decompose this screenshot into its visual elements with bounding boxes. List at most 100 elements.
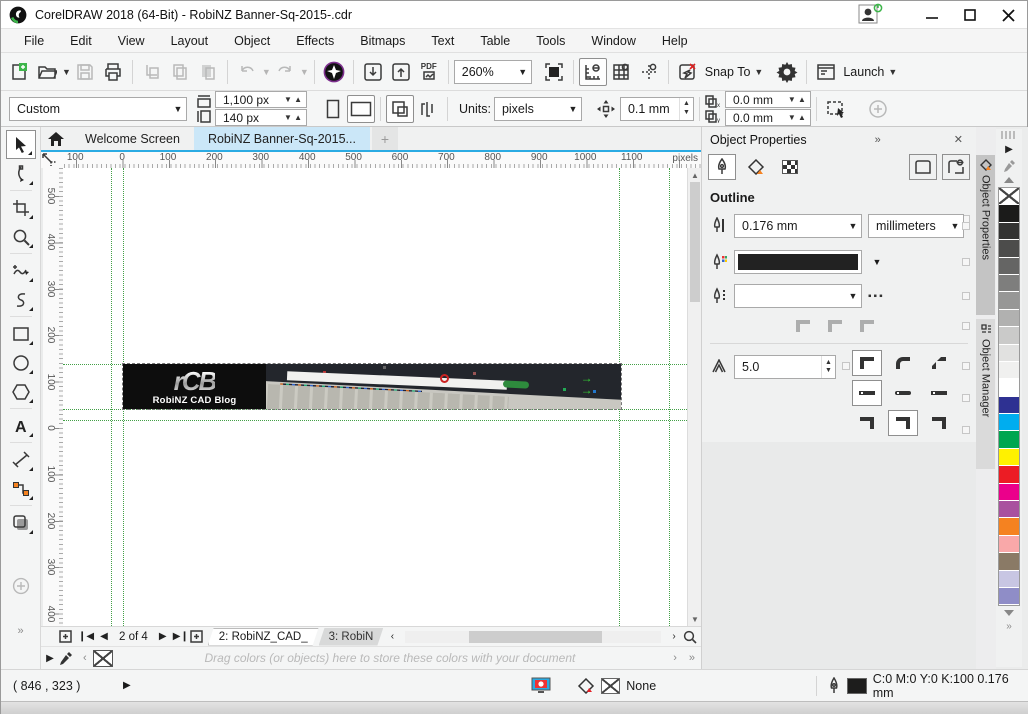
palette-scroll-right-icon[interactable]: ›	[667, 652, 683, 664]
cap-square-button[interactable]	[852, 380, 882, 406]
canvas-horizontal-scrollbar[interactable]	[405, 631, 661, 643]
next-page-icon[interactable]: ▶	[154, 631, 172, 642]
launcher-icon[interactable]	[812, 58, 840, 86]
page-tab-3[interactable]: 3: RobiN	[319, 628, 384, 646]
freehand-tool[interactable]	[6, 256, 36, 285]
last-page-icon[interactable]: ▶❙	[172, 631, 190, 642]
menu-bitmaps[interactable]: Bitmaps	[347, 30, 418, 52]
undo-icon[interactable]	[233, 58, 261, 86]
new-document-icon[interactable]	[5, 58, 33, 86]
palette-eyedropper-icon[interactable]	[59, 651, 77, 665]
width-checkbox[interactable]	[962, 222, 970, 230]
outline-color-combo[interactable]	[734, 250, 862, 274]
options-gear-icon[interactable]	[773, 58, 801, 86]
crop-tool[interactable]	[6, 193, 36, 222]
docker-tab-object-properties[interactable]: Object Properties	[976, 155, 995, 315]
palette-drag-handle[interactable]	[1001, 131, 1017, 139]
color-swatch[interactable]	[999, 379, 1019, 396]
scroll-down-icon[interactable]: ▼	[688, 612, 702, 626]
customize-toolbox-icon[interactable]	[6, 571, 36, 600]
menu-effects[interactable]: Effects	[283, 30, 347, 52]
home-icon[interactable]	[41, 127, 71, 150]
line-style-combo[interactable]: ▼	[734, 284, 862, 308]
landscape-icon[interactable]	[347, 95, 375, 123]
canvas-vertical-scrollbar[interactable]: ▲ ▼	[687, 168, 701, 626]
add-property-icon[interactable]	[864, 95, 892, 123]
palette-more-icon[interactable]: »	[1006, 618, 1012, 634]
color-swatch[interactable]	[999, 275, 1019, 292]
show-guidelines-icon[interactable]	[635, 58, 663, 86]
color-swatch[interactable]	[999, 553, 1019, 570]
outline-tab-icon[interactable]	[708, 154, 736, 180]
palette-scroll-up-icon[interactable]	[1004, 177, 1014, 183]
duplicate-x-field[interactable]: 0.0 mm ▼ ▲	[725, 91, 811, 108]
menu-layout[interactable]: Layout	[158, 30, 222, 52]
pick-tool[interactable]	[6, 130, 36, 159]
position-outside-button[interactable]	[852, 410, 882, 436]
scroll-left-icon[interactable]: ‹	[383, 631, 401, 642]
previous-page-icon[interactable]: ◀	[95, 631, 113, 642]
page-height-field[interactable]: 140 px ▼ ▲	[215, 109, 307, 126]
page-height-spinner[interactable]: ▼ ▲	[284, 113, 306, 122]
duplicate-y-field[interactable]: 0.0 mm ▼ ▲	[725, 109, 811, 126]
guideline-vertical[interactable]	[111, 168, 112, 626]
undo-dropdown-caret[interactable]: ▼	[262, 67, 271, 77]
outline-width-caret-icon[interactable]: ▼	[845, 221, 861, 231]
open-icon[interactable]	[33, 58, 61, 86]
sign-in-icon[interactable]	[857, 3, 887, 27]
corner-miter-button[interactable]	[852, 350, 882, 376]
artistic-media-tool[interactable]	[6, 285, 36, 314]
cut-icon[interactable]	[138, 58, 166, 86]
arrows-checkbox[interactable]	[962, 322, 970, 330]
all-pages-icon[interactable]	[386, 95, 414, 123]
search-content-icon[interactable]	[320, 58, 348, 86]
menu-view[interactable]: View	[105, 30, 158, 52]
close-button[interactable]	[989, 1, 1027, 29]
line-style-caret-icon[interactable]: ▼	[845, 291, 861, 301]
save-icon[interactable]	[71, 58, 99, 86]
current-page-icon[interactable]	[414, 95, 442, 123]
scroll-right-icon[interactable]: ›	[665, 631, 683, 642]
minimize-button[interactable]	[913, 1, 951, 29]
first-page-icon[interactable]: ❙◀	[77, 631, 95, 642]
color-swatch[interactable]	[999, 571, 1019, 588]
color-swatch[interactable]	[999, 240, 1019, 257]
position-inside-button[interactable]	[924, 410, 954, 436]
color-swatch[interactable]	[999, 310, 1019, 327]
portrait-icon[interactable]	[319, 95, 347, 123]
units-combo[interactable]: pixels ▼	[494, 97, 582, 121]
nudge-distance-field[interactable]: 0.1 mm ▲▼	[620, 97, 694, 121]
add-page-after-icon[interactable]	[190, 630, 208, 643]
docker-close-icon[interactable]: ✕	[949, 133, 968, 146]
color-swatch[interactable]	[999, 501, 1019, 518]
drop-shadow-tool[interactable]	[6, 508, 36, 537]
vertical-ruler[interactable]: 5004003002001000100200300400	[43, 168, 63, 626]
ellipse-tool[interactable]	[6, 348, 36, 377]
snap-off-icon[interactable]	[674, 58, 702, 86]
outline-status-icon[interactable]	[827, 677, 841, 695]
width-units-combo[interactable]: millimeters ▼	[868, 214, 964, 238]
color-swatch[interactable]	[999, 414, 1019, 431]
corner-bevel-button[interactable]	[924, 350, 954, 376]
corner-round-button[interactable]	[888, 350, 918, 376]
scroll-up-icon[interactable]: ▲	[688, 168, 702, 182]
menu-text[interactable]: Text	[418, 30, 467, 52]
outline-color-status-swatch[interactable]	[847, 678, 867, 694]
text-tool[interactable]: A	[6, 411, 36, 440]
color-swatch[interactable]	[999, 397, 1019, 414]
snap-to-caret-icon[interactable]: ▼	[754, 67, 763, 77]
color-swatch-none[interactable]	[999, 188, 1019, 205]
cap-checkbox[interactable]	[962, 394, 970, 402]
palette-scroll-down-icon[interactable]	[1004, 610, 1014, 616]
color-swatch[interactable]	[999, 536, 1019, 553]
position-centered-button[interactable]	[888, 410, 918, 436]
copy-icon[interactable]	[166, 58, 194, 86]
guideline-vertical[interactable]	[669, 168, 670, 626]
outline-width-combo[interactable]: 0.176 mm ▼	[734, 214, 862, 238]
wrap-frame-icon[interactable]	[909, 154, 937, 180]
launch-caret-icon[interactable]: ▼	[888, 67, 897, 77]
document-palette-flyout-icon[interactable]: ▶	[41, 653, 59, 664]
color-swatch[interactable]	[999, 258, 1019, 275]
color-swatch[interactable]	[999, 292, 1019, 309]
redo-icon[interactable]	[271, 58, 299, 86]
